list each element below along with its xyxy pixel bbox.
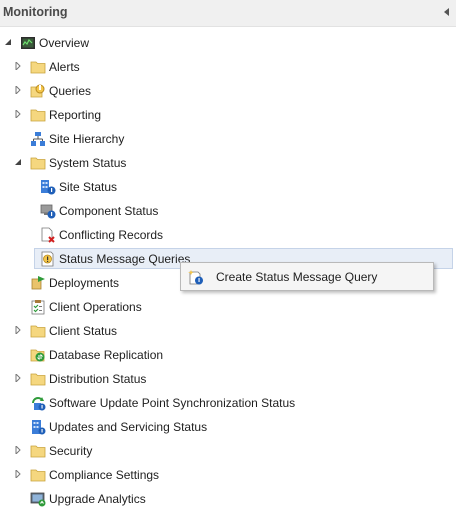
tree-item-security[interactable]: Security (0, 440, 456, 462)
tree-item-database-replication[interactable]: Database Replication (0, 344, 456, 366)
collapsed-arrow-icon[interactable] (14, 110, 22, 118)
queries-icon (30, 84, 45, 98)
tree-item-label: Site Status (59, 180, 118, 194)
tree-item-software-update-point-sync-status[interactable]: Software Update Point Synchronization St… (0, 392, 456, 414)
tree-item-distribution-status[interactable]: Distribution Status (0, 368, 456, 390)
upgrade-analytics-icon (30, 492, 46, 507)
tree-item-label: Deployments (49, 276, 120, 290)
tree-item-label: Overview (39, 36, 90, 50)
collapsed-arrow-icon[interactable] (14, 470, 22, 478)
database-replication-icon (30, 349, 45, 362)
tree-item-conflicting-records[interactable]: Conflicting Records (0, 224, 456, 246)
chevron-left-icon[interactable] (442, 6, 452, 18)
tree-item-label: Alerts (49, 60, 80, 74)
deployments-icon (31, 276, 45, 290)
component-status-icon (40, 204, 56, 219)
tree-item-label: Reporting (49, 108, 102, 122)
folder-icon (30, 61, 46, 74)
tree-item-overview[interactable]: Overview (0, 32, 456, 54)
tree-item-system-status[interactable]: System Status (0, 152, 456, 174)
folder-icon (30, 109, 46, 122)
tree-item-label: Client Operations (49, 300, 142, 314)
tree-item-label: Client Status (49, 324, 118, 338)
pane-header: Monitoring (0, 0, 456, 27)
folder-icon (30, 157, 46, 170)
expanded-arrow-icon[interactable] (4, 38, 12, 46)
tree-item-label: Site Hierarchy (49, 132, 125, 146)
overview-icon (21, 37, 35, 49)
conflicting-records-icon (41, 227, 55, 243)
pane-title: Monitoring (3, 5, 68, 19)
tree-item-label: Component Status (59, 204, 159, 218)
tree-item-compliance-settings[interactable]: Compliance Settings (0, 464, 456, 486)
folder-icon (30, 469, 46, 482)
tree-item-label: Database Replication (49, 348, 164, 362)
collapsed-arrow-icon[interactable] (14, 62, 22, 70)
folder-icon (30, 325, 46, 338)
tree-item-site-hierarchy[interactable]: Site Hierarchy (0, 128, 456, 150)
updates-servicing-icon (32, 420, 46, 435)
menu-item-label: Create Status Message Query (216, 270, 378, 284)
monitoring-pane: Monitoring Overview Alerts Queries Repor… (0, 0, 456, 511)
tree-item-label: Software Update Point Synchronization St… (49, 396, 296, 410)
tree-item-alerts[interactable]: Alerts (0, 56, 456, 78)
tree-item-updates-servicing-status[interactable]: Updates and Servicing Status (0, 416, 456, 438)
client-operations-icon (31, 300, 45, 315)
collapsed-arrow-icon[interactable] (14, 446, 22, 454)
tree-item-site-status[interactable]: Site Status (0, 176, 456, 198)
sync-status-icon (32, 397, 46, 411)
status-message-queries-icon (41, 251, 54, 267)
collapsed-arrow-icon[interactable] (14, 86, 22, 94)
tree-item-label: Updates and Servicing Status (49, 420, 208, 434)
tree-item-component-status[interactable]: Component Status (0, 200, 456, 222)
tree-item-label: Queries (49, 84, 92, 98)
folder-icon (30, 445, 46, 458)
folder-icon (30, 373, 46, 386)
context-menu: Create Status Message Query (180, 262, 434, 291)
tree-item-upgrade-analytics[interactable]: Upgrade Analytics (0, 488, 456, 510)
tree-item-client-operations[interactable]: Client Operations (0, 296, 456, 318)
tree-item-label: System Status (49, 156, 127, 170)
tree-item-label: Distribution Status (49, 372, 147, 386)
tree-item-client-status[interactable]: Client Status (0, 320, 456, 342)
tree-item-queries[interactable]: Queries (0, 80, 456, 102)
tree-item-label: Upgrade Analytics (49, 492, 146, 506)
tree-item-reporting[interactable]: Reporting (0, 104, 456, 126)
tree-item-label: Conflicting Records (59, 228, 164, 242)
site-hierarchy-icon (31, 132, 45, 146)
tree-item-label: Security (49, 444, 93, 458)
expanded-arrow-icon[interactable] (14, 158, 22, 166)
tree-item-label: Compliance Settings (49, 468, 160, 482)
tree-item-label: Status Message Queries (59, 252, 191, 266)
collapsed-arrow-icon[interactable] (14, 374, 22, 382)
collapsed-arrow-icon[interactable] (14, 326, 22, 334)
create-query-icon (188, 270, 203, 285)
menu-item-create-status-message-query[interactable]: Create Status Message Query (183, 265, 431, 288)
site-status-icon (41, 180, 56, 195)
